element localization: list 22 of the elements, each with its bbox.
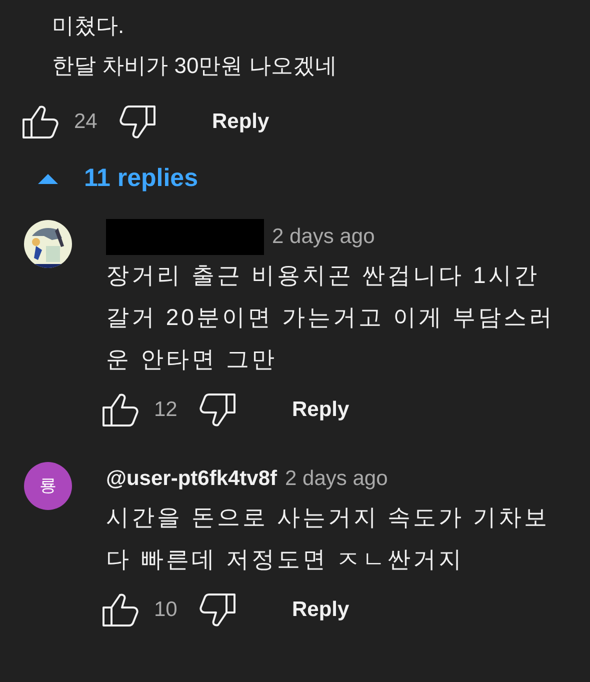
dislike-icon[interactable]	[198, 592, 236, 626]
comment-text: 한달 차비가 30만원 나오겠네	[52, 52, 338, 80]
timestamp: 2 days ago	[272, 224, 375, 250]
like-icon[interactable]	[102, 592, 140, 626]
caret-icon	[38, 174, 58, 184]
like-count: 24	[74, 109, 98, 136]
like-count: 12	[154, 396, 178, 423]
like-count: 10	[154, 596, 178, 623]
reply-button[interactable]: Reply	[212, 106, 270, 138]
comment-text: 미쳤다.	[52, 12, 126, 40]
reply-button[interactable]: Reply	[292, 394, 350, 426]
reply-text: 시간을 돈으로 사는거지 속도가 기차보다 빠른데 저정도면 ㅈㄴ싼거지	[106, 502, 551, 574]
timestamp: 2 days ago	[285, 466, 388, 492]
avatar: 룡	[24, 462, 72, 510]
author-name: @user-pt6fk4tv8f	[106, 466, 278, 492]
like-icon[interactable]	[22, 105, 60, 139]
reply-button[interactable]: Reply	[292, 594, 350, 626]
reply-text: 장거리 출근 비용치곤 싼겁니다 1시간 갈거 20분이면 가는거고 이게 부담스러운 안타면 그만	[106, 260, 556, 374]
dislike-icon[interactable]	[118, 105, 156, 139]
like-icon[interactable]	[102, 392, 140, 426]
replies-toggle[interactable]: 11 replies	[38, 160, 198, 198]
dislike-icon[interactable]	[198, 392, 236, 426]
